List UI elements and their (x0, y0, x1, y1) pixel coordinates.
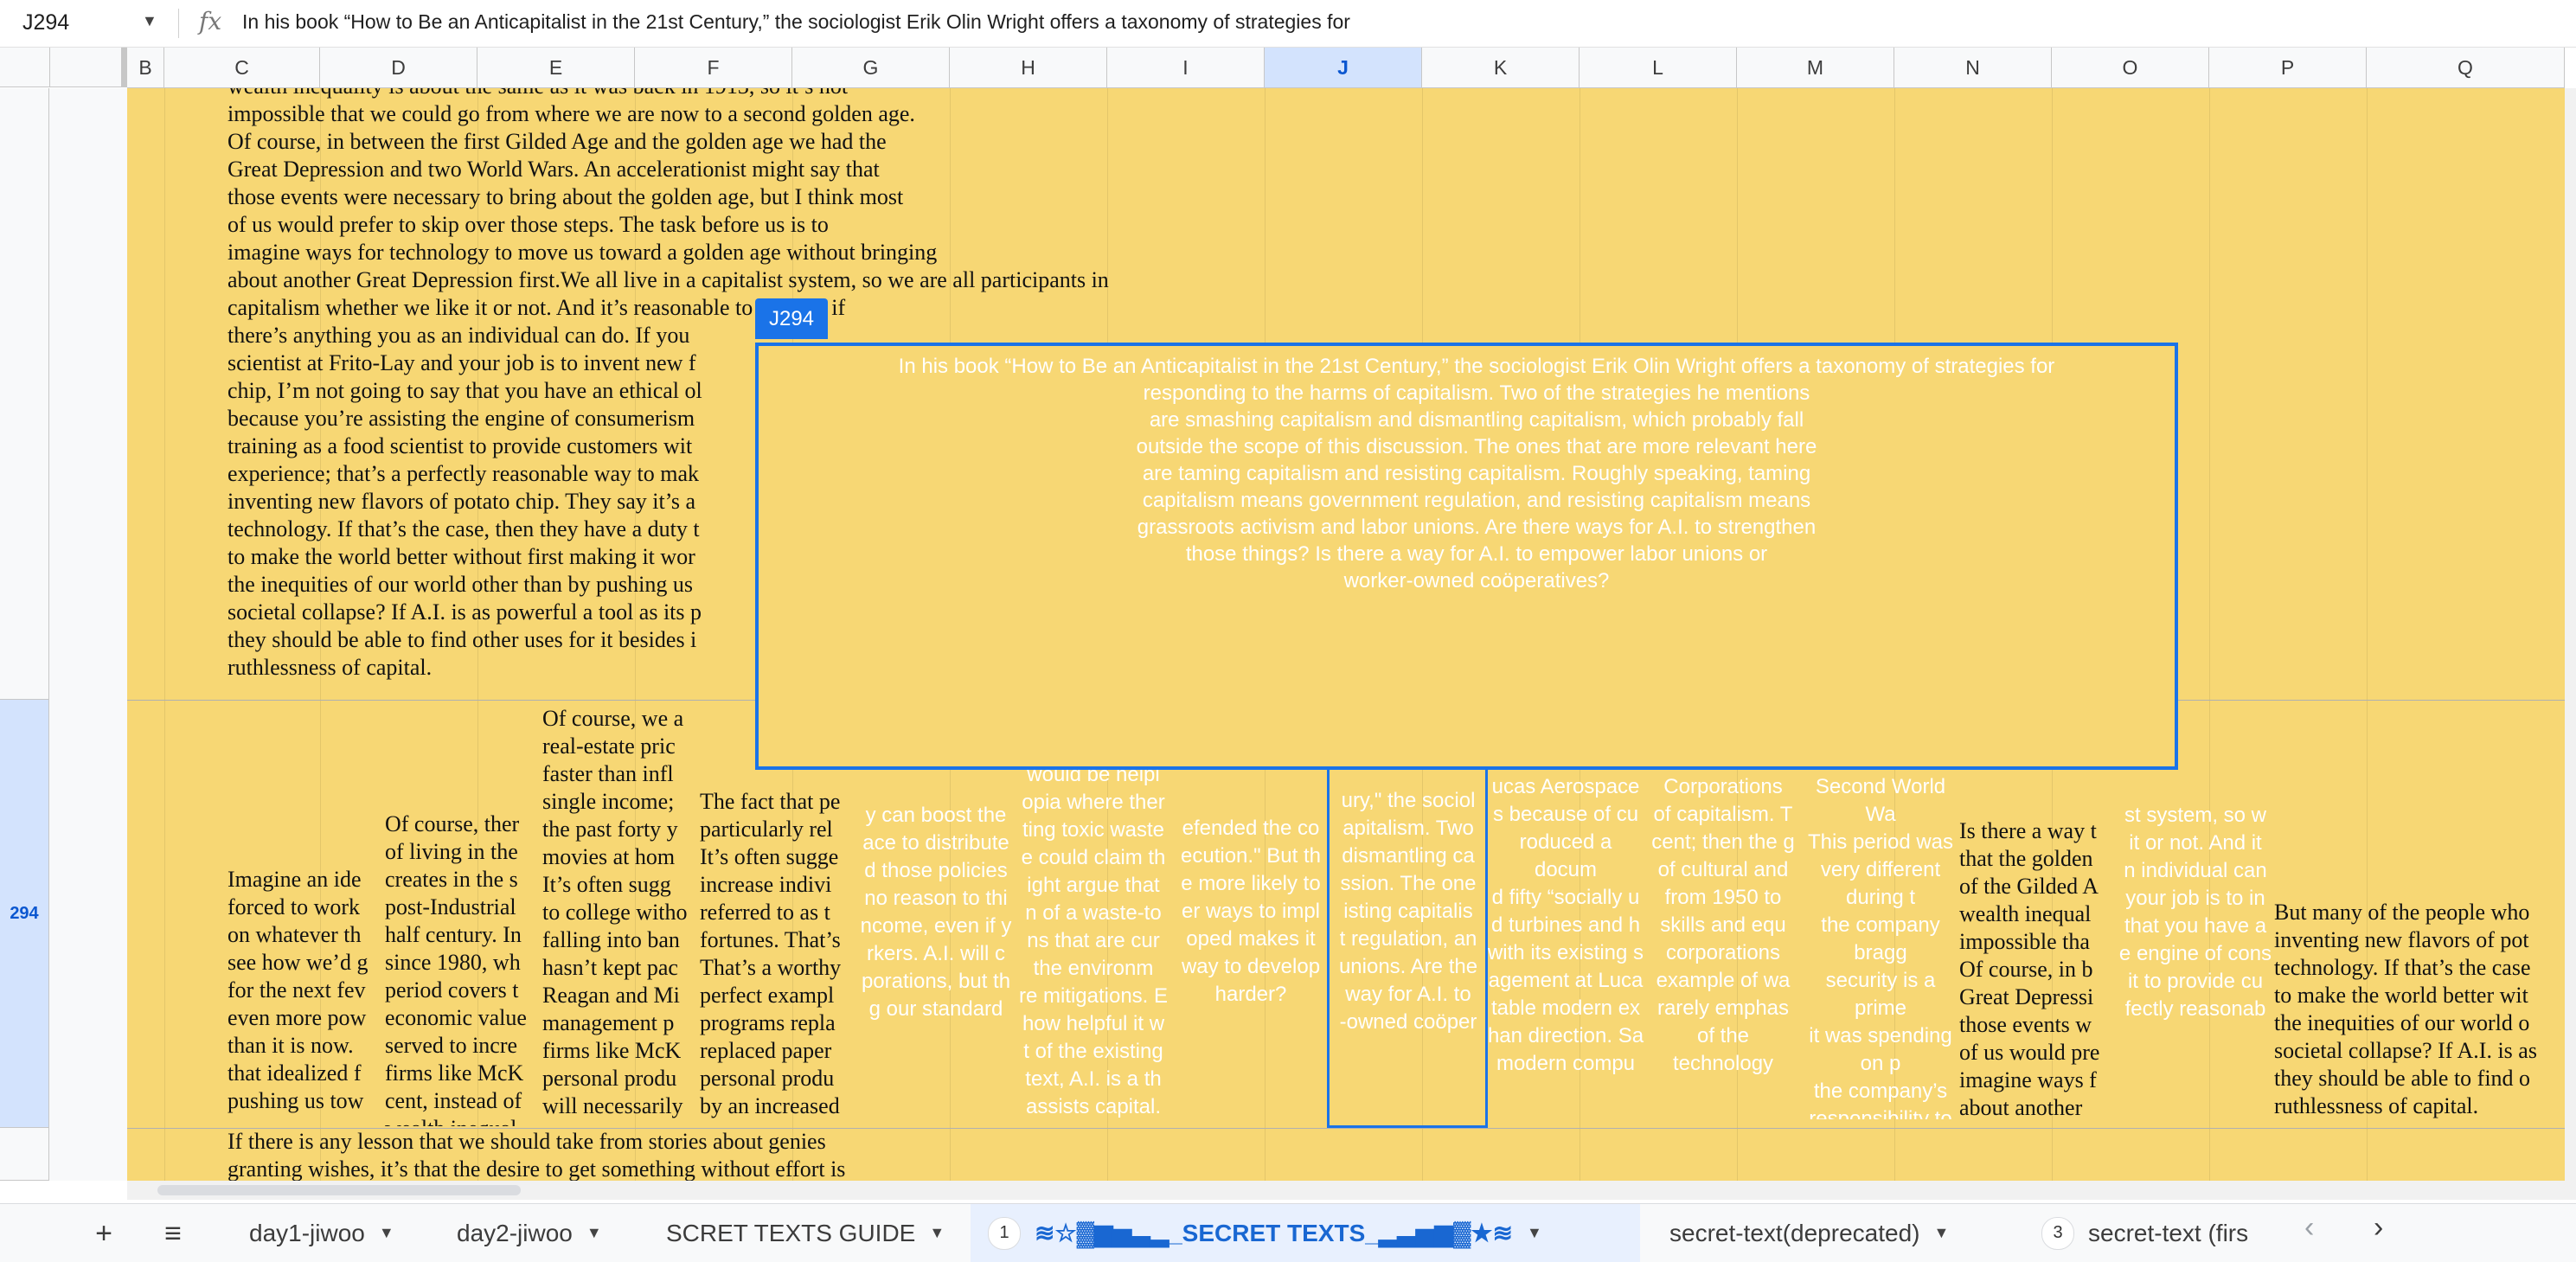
chevron-down-icon[interactable]: ▼ (142, 12, 157, 30)
function-icon: fx (199, 7, 222, 35)
tab-badge: 3 (2041, 1216, 2074, 1250)
column-header-k[interactable]: K (1422, 48, 1580, 87)
cell-i-294[interactable]: efended the co ecution." But th e more l… (1172, 815, 1330, 1100)
cell-n-294[interactable]: Is there a way t that the golden of the … (1959, 817, 2117, 1129)
column-header-b[interactable]: B (127, 48, 164, 87)
freeze-handle[interactable] (121, 48, 127, 87)
vertical-scrollbar[interactable] (2565, 88, 2576, 1181)
row-header[interactable] (0, 1128, 49, 1181)
divider (178, 9, 179, 38)
tab-day1-jiwoo[interactable]: day1-jiwoo ▼ (232, 1204, 412, 1262)
cell-l-294[interactable]: Corporations of capitalism. T cent; then… (1644, 773, 1802, 1119)
tab-secret-text-deprecated[interactable]: secret-text(deprecated) ▼ (1652, 1204, 1966, 1262)
tab-label: SCRET TEXTS GUIDE (666, 1219, 916, 1246)
cell-h-294[interactable]: would be helpi opia where ther ting toxi… (1015, 761, 1172, 1124)
tab-day2-jiwoo[interactable]: day2-jiwoo ▼ (439, 1204, 619, 1262)
add-sheet-button[interactable]: + (80, 1211, 128, 1256)
cell-o-294[interactable]: st system, so w it or not. And it n indi… (2117, 802, 2274, 1113)
column-header-i[interactable]: I (1107, 48, 1265, 87)
select-all-corner[interactable] (0, 48, 127, 87)
chevron-left-icon[interactable]: ‹ (2304, 1211, 2314, 1245)
tab-label: secret-text(deprecated) (1669, 1219, 1920, 1246)
selected-cell-outline (1327, 767, 1488, 1128)
horizontal-scrollbar[interactable] (127, 1181, 2576, 1200)
column-header-f[interactable]: F (635, 48, 792, 87)
column-header-h[interactable]: H (950, 48, 1107, 87)
tab-secret-texts[interactable]: 1 ≋☆▓▆▅▃▂_SECRET TEXTS_▂▃▅▆▓★≋ ▼ (971, 1204, 1640, 1262)
cell-k-294[interactable]: ucas Aerospace s because of cu roduced a… (1487, 773, 1644, 1119)
tab-secret-text-first[interactable]: 3 secret-text (firs (2024, 1204, 2284, 1262)
column-header-p[interactable]: P (2209, 48, 2367, 87)
cell-c-294[interactable]: Imagine an ide forced to work on whateve… (227, 866, 385, 1125)
cell-f-294[interactable]: The fact that pe particularly rel It’s o… (700, 788, 857, 1125)
tab-label: ≋☆▓▆▅▃▂_SECRET TEXTS_▂▃▅▆▓★≋ (1035, 1220, 1513, 1246)
cell-popup-text[interactable]: In his book “How to Be an Anticapitalist… (828, 353, 2125, 594)
column-a-collapsed (0, 48, 50, 87)
all-sheets-button[interactable]: ≡ (149, 1211, 197, 1256)
column-header-l[interactable]: L (1580, 48, 1737, 87)
chevron-down-icon[interactable]: ▼ (1933, 1224, 1949, 1242)
chevron-down-icon[interactable]: ▼ (586, 1224, 602, 1242)
column-header-n[interactable]: N (1894, 48, 2052, 87)
column-header-o[interactable]: O (2052, 48, 2209, 87)
column-header-m[interactable]: M (1737, 48, 1894, 87)
chevron-down-icon[interactable]: ▼ (929, 1224, 945, 1242)
column-header-d[interactable]: D (320, 48, 477, 87)
cell-p-294[interactable]: But many of the people who inventing new… (2274, 899, 2565, 1125)
cell-m-294[interactable]: Second World Wa This period was very dif… (1802, 773, 1959, 1119)
tab-label: secret-text (firs (2088, 1219, 2249, 1246)
tab-label: day1-jiwoo (249, 1219, 365, 1246)
chevron-down-icon[interactable]: ▼ (379, 1224, 394, 1242)
formula-bar: J294 ▼ fx In his book “How to Be an Anti… (0, 0, 2576, 48)
row-header[interactable] (0, 88, 49, 700)
column-header-e[interactable]: E (477, 48, 635, 87)
row-header-294[interactable]: 294 (0, 700, 49, 1128)
chevron-right-icon[interactable]: › (2374, 1211, 2383, 1245)
column-header-g[interactable]: G (792, 48, 950, 87)
row-headers: 294 (0, 88, 127, 1181)
formula-input[interactable]: In his book “How to Be an Anticapitalist… (242, 10, 1350, 34)
sheet-tabs-bar: + ≡ day1-jiwoo ▼ day2-jiwoo ▼ SCRET TEXT… (0, 1203, 2576, 1262)
cell-c-295[interactable]: If there is any lesson that we should ta… (227, 1128, 1266, 1181)
column-header-c[interactable]: C (164, 48, 320, 87)
column-headers: B C D E F G H I J K L M N O P Q (127, 48, 2565, 88)
cell-g-294[interactable]: y can boost the ace to distribute d thos… (857, 802, 1015, 1113)
scrollbar-thumb[interactable] (157, 1185, 521, 1195)
cell-e-294[interactable]: Of course, we a real-estate pric faster … (542, 705, 700, 1129)
cell-d-294[interactable]: Of course, ther of living in the creates… (385, 810, 542, 1126)
column-header-q[interactable]: Q (2367, 48, 2565, 87)
chevron-down-icon[interactable]: ▼ (1527, 1224, 1542, 1242)
tab-badge: 1 (988, 1216, 1021, 1250)
column-header-j[interactable]: J (1265, 48, 1422, 87)
tab-scret-texts-guide[interactable]: SCRET TEXTS GUIDE ▼ (649, 1204, 962, 1262)
cell-popup[interactable]: In his book “How to Be an Anticapitalist… (755, 343, 2178, 770)
tab-label: day2-jiwoo (457, 1219, 573, 1246)
cell-popup-tag: J294 (755, 298, 828, 339)
name-box[interactable]: J294 ▼ (0, 0, 173, 47)
cell-reference: J294 (22, 10, 70, 35)
